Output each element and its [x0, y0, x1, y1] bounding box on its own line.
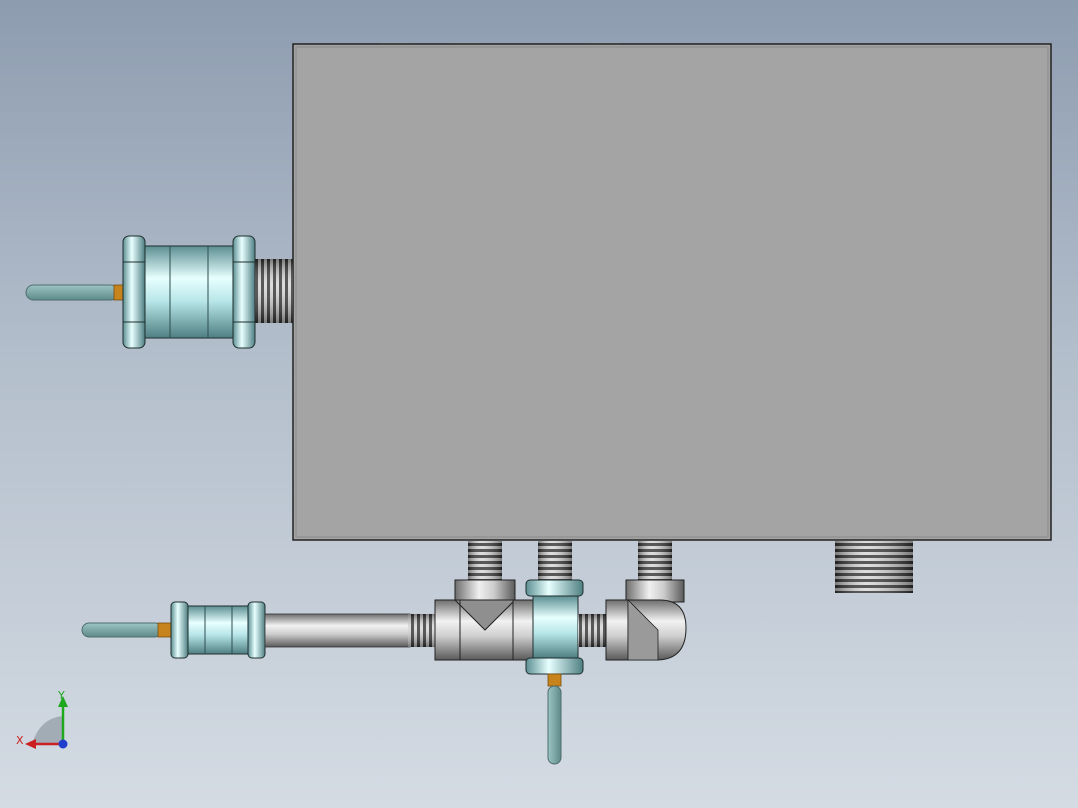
triad-z-axis — [58, 739, 68, 749]
triad-y-label: Y — [57, 689, 65, 702]
tee-fitting[interactable] — [434, 579, 517, 661]
elbow-fitting[interactable] — [605, 579, 687, 661]
triad-plane — [32, 716, 63, 744]
bottom-union-body — [187, 605, 249, 655]
threaded-boss-right[interactable] — [835, 541, 913, 593]
threaded-nipples[interactable] — [468, 541, 672, 581]
bottom-pipe — [264, 613, 411, 648]
left-union-body — [144, 245, 234, 339]
left-rod-collar — [113, 284, 124, 301]
bottom-rod — [81, 622, 163, 638]
left-hex-nut-2 — [232, 235, 256, 349]
bottom-hex-nut-2 — [247, 601, 266, 659]
left-hex-nut-1 — [122, 235, 146, 349]
bottom-rod-collar — [157, 622, 172, 638]
bottom-pipe-assembly[interactable] — [81, 601, 435, 659]
center-union[interactable] — [512, 579, 606, 675]
cad-viewport[interactable]: Y X — [0, 0, 1078, 808]
left-union-fitting[interactable] — [25, 235, 293, 349]
triad-x-label: X — [16, 734, 24, 747]
drain-rod[interactable] — [547, 673, 562, 765]
left-rod — [25, 284, 119, 301]
enclosure-box[interactable] — [292, 43, 1052, 541]
coordinate-triad: Y X — [16, 689, 68, 749]
bottom-hex-nut-1 — [170, 601, 189, 659]
